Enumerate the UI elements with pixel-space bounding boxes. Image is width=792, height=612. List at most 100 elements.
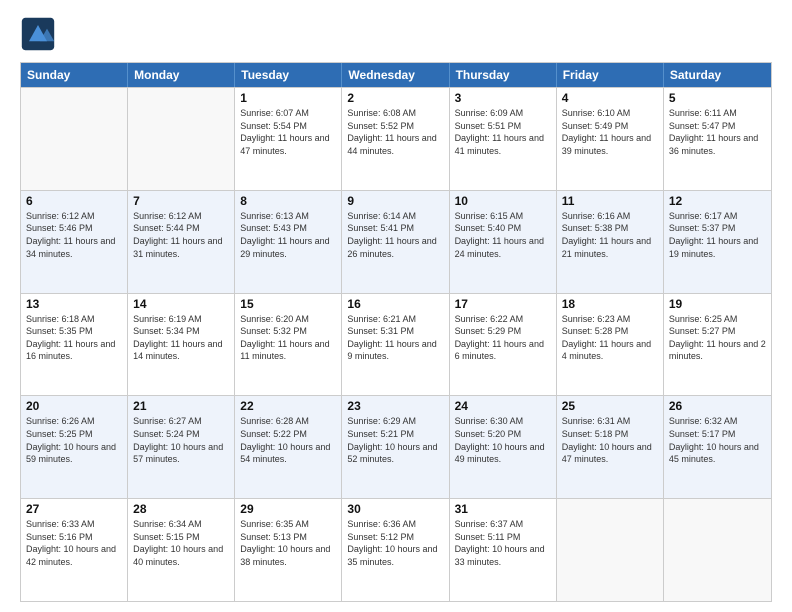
cell-info-text: Sunrise: 6:14 AM Sunset: 5:41 PM Dayligh… [347, 210, 443, 260]
cell-day-number: 3 [455, 91, 551, 105]
cell-info-text: Sunrise: 6:23 AM Sunset: 5:28 PM Dayligh… [562, 313, 658, 363]
cell-info-text: Sunrise: 6:22 AM Sunset: 5:29 PM Dayligh… [455, 313, 551, 363]
calendar-row-0: 1Sunrise: 6:07 AM Sunset: 5:54 PM Daylig… [21, 87, 771, 190]
cell-info-text: Sunrise: 6:10 AM Sunset: 5:49 PM Dayligh… [562, 107, 658, 157]
cell-info-text: Sunrise: 6:19 AM Sunset: 5:34 PM Dayligh… [133, 313, 229, 363]
header-day-tuesday: Tuesday [235, 63, 342, 87]
cell-day-number: 9 [347, 194, 443, 208]
header-day-thursday: Thursday [450, 63, 557, 87]
cell-info-text: Sunrise: 6:17 AM Sunset: 5:37 PM Dayligh… [669, 210, 766, 260]
cell-info-text: Sunrise: 6:36 AM Sunset: 5:12 PM Dayligh… [347, 518, 443, 568]
cell-day-number: 30 [347, 502, 443, 516]
cell-day-number: 5 [669, 91, 766, 105]
cell-day-number: 29 [240, 502, 336, 516]
logo [20, 16, 60, 52]
page: SundayMondayTuesdayWednesdayThursdayFrid… [0, 0, 792, 612]
cell-day-number: 8 [240, 194, 336, 208]
cell-day-number: 24 [455, 399, 551, 413]
cell-info-text: Sunrise: 6:08 AM Sunset: 5:52 PM Dayligh… [347, 107, 443, 157]
calendar: SundayMondayTuesdayWednesdayThursdayFrid… [20, 62, 772, 602]
calendar-row-2: 13 Sunrise: 6:18 AM Sunset: 5:35 PM Dayli… [21, 293, 771, 396]
cell-info-text: Sunrise: 6:37 AM Sunset: 5:11 PM Dayligh… [455, 518, 551, 568]
cal-cell-2-6: 19Sunrise: 6:25 AM Sunset: 5:27 PM Dayli… [664, 294, 771, 396]
cell-day-number: 14 [133, 297, 229, 311]
cal-cell-1-4: 10 Sunrise: 6:15 AM Sunset: 5:40 PM Dayli… [450, 191, 557, 293]
cell-info-text: Sunrise: 6:26 AM Sunset: 5:25 PM Dayligh… [26, 415, 122, 465]
cell-day-number: 11 [562, 194, 658, 208]
cal-cell-2-2: 15 Sunrise: 6:20 AM Sunset: 5:32 PM Dayli… [235, 294, 342, 396]
cal-cell-3-6: 26 Sunrise: 6:32 AM Sunset: 5:17 PM Dayli… [664, 396, 771, 498]
cal-cell-0-0 [21, 88, 128, 190]
cal-cell-4-1: 28 Sunrise: 6:34 AM Sunset: 5:15 PM Dayli… [128, 499, 235, 601]
cal-cell-0-1 [128, 88, 235, 190]
cell-info-text: Sunrise: 6:29 AM Sunset: 5:21 PM Dayligh… [347, 415, 443, 465]
cal-cell-4-0: 27 Sunrise: 6:33 AM Sunset: 5:16 PM Dayli… [21, 499, 128, 601]
cal-cell-4-4: 31Sunrise: 6:37 AM Sunset: 5:11 PM Dayli… [450, 499, 557, 601]
cell-day-number: 13 [26, 297, 122, 311]
header-day-friday: Friday [557, 63, 664, 87]
cell-info-text: Sunrise: 6:15 AM Sunset: 5:40 PM Dayligh… [455, 210, 551, 260]
cal-cell-1-0: 6Sunrise: 6:12 AM Sunset: 5:46 PM Daylig… [21, 191, 128, 293]
calendar-body: 1Sunrise: 6:07 AM Sunset: 5:54 PM Daylig… [21, 87, 771, 601]
cal-cell-1-5: 11 Sunrise: 6:16 AM Sunset: 5:38 PM Dayli… [557, 191, 664, 293]
cal-cell-2-5: 18 Sunrise: 6:23 AM Sunset: 5:28 PM Dayli… [557, 294, 664, 396]
cell-day-number: 22 [240, 399, 336, 413]
cal-cell-0-4: 3Sunrise: 6:09 AM Sunset: 5:51 PM Daylig… [450, 88, 557, 190]
header-day-sunday: Sunday [21, 63, 128, 87]
cal-cell-3-3: 23 Sunrise: 6:29 AM Sunset: 5:21 PM Dayli… [342, 396, 449, 498]
calendar-row-3: 20 Sunrise: 6:26 AM Sunset: 5:25 PM Dayli… [21, 395, 771, 498]
cell-day-number: 4 [562, 91, 658, 105]
calendar-row-1: 6Sunrise: 6:12 AM Sunset: 5:46 PM Daylig… [21, 190, 771, 293]
cell-info-text: Sunrise: 6:33 AM Sunset: 5:16 PM Dayligh… [26, 518, 122, 568]
cell-day-number: 7 [133, 194, 229, 208]
cell-info-text: Sunrise: 6:12 AM Sunset: 5:46 PM Dayligh… [26, 210, 122, 260]
cell-day-number: 19 [669, 297, 766, 311]
cal-cell-2-4: 17 Sunrise: 6:22 AM Sunset: 5:29 PM Dayli… [450, 294, 557, 396]
cell-info-text: Sunrise: 6:12 AM Sunset: 5:44 PM Dayligh… [133, 210, 229, 260]
cell-day-number: 18 [562, 297, 658, 311]
header [20, 16, 772, 52]
calendar-header: SundayMondayTuesdayWednesdayThursdayFrid… [21, 63, 771, 87]
cal-cell-0-5: 4 Sunrise: 6:10 AM Sunset: 5:49 PM Daylig… [557, 88, 664, 190]
cell-day-number: 17 [455, 297, 551, 311]
cell-day-number: 23 [347, 399, 443, 413]
cal-cell-0-3: 2 Sunrise: 6:08 AM Sunset: 5:52 PM Daylig… [342, 88, 449, 190]
cell-day-number: 25 [562, 399, 658, 413]
cal-cell-4-3: 30 Sunrise: 6:36 AM Sunset: 5:12 PM Dayli… [342, 499, 449, 601]
cell-info-text: Sunrise: 6:20 AM Sunset: 5:32 PM Dayligh… [240, 313, 336, 363]
cal-cell-1-6: 12 Sunrise: 6:17 AM Sunset: 5:37 PM Dayli… [664, 191, 771, 293]
cell-info-text: Sunrise: 6:27 AM Sunset: 5:24 PM Dayligh… [133, 415, 229, 465]
cell-day-number: 26 [669, 399, 766, 413]
cell-info-text: Sunrise: 6:31 AM Sunset: 5:18 PM Dayligh… [562, 415, 658, 465]
cal-cell-4-5 [557, 499, 664, 601]
cal-cell-4-2: 29Sunrise: 6:35 AM Sunset: 5:13 PM Dayli… [235, 499, 342, 601]
cell-info-text: Sunrise: 6:16 AM Sunset: 5:38 PM Dayligh… [562, 210, 658, 260]
cal-cell-3-5: 25 Sunrise: 6:31 AM Sunset: 5:18 PM Dayli… [557, 396, 664, 498]
cell-info-text: Sunrise: 6:34 AM Sunset: 5:15 PM Dayligh… [133, 518, 229, 568]
logo-icon [20, 16, 56, 52]
cell-day-number: 20 [26, 399, 122, 413]
cal-cell-3-2: 22Sunrise: 6:28 AM Sunset: 5:22 PM Dayli… [235, 396, 342, 498]
cell-info-text: Sunrise: 6:32 AM Sunset: 5:17 PM Dayligh… [669, 415, 766, 465]
cal-cell-3-4: 24Sunrise: 6:30 AM Sunset: 5:20 PM Dayli… [450, 396, 557, 498]
header-day-saturday: Saturday [664, 63, 771, 87]
cal-cell-1-1: 7 Sunrise: 6:12 AM Sunset: 5:44 PM Daylig… [128, 191, 235, 293]
cell-day-number: 2 [347, 91, 443, 105]
cell-info-text: Sunrise: 6:18 AM Sunset: 5:35 PM Dayligh… [26, 313, 122, 363]
cell-day-number: 21 [133, 399, 229, 413]
cell-day-number: 27 [26, 502, 122, 516]
cell-day-number: 28 [133, 502, 229, 516]
cal-cell-0-2: 1Sunrise: 6:07 AM Sunset: 5:54 PM Daylig… [235, 88, 342, 190]
cell-info-text: Sunrise: 6:07 AM Sunset: 5:54 PM Dayligh… [240, 107, 336, 157]
cal-cell-4-6 [664, 499, 771, 601]
cell-day-number: 15 [240, 297, 336, 311]
cell-day-number: 12 [669, 194, 766, 208]
cal-cell-1-2: 8Sunrise: 6:13 AM Sunset: 5:43 PM Daylig… [235, 191, 342, 293]
header-day-monday: Monday [128, 63, 235, 87]
cal-cell-0-6: 5 Sunrise: 6:11 AM Sunset: 5:47 PM Daylig… [664, 88, 771, 190]
cell-day-number: 10 [455, 194, 551, 208]
cell-day-number: 16 [347, 297, 443, 311]
cal-cell-1-3: 9 Sunrise: 6:14 AM Sunset: 5:41 PM Daylig… [342, 191, 449, 293]
cal-cell-2-1: 14 Sunrise: 6:19 AM Sunset: 5:34 PM Dayli… [128, 294, 235, 396]
cell-info-text: Sunrise: 6:11 AM Sunset: 5:47 PM Dayligh… [669, 107, 766, 157]
